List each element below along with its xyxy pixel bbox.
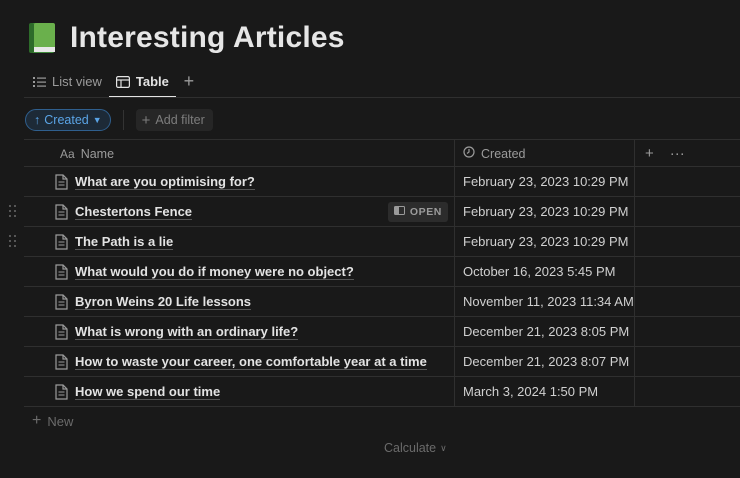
name-cell[interactable]: The Path is a lie (24, 227, 454, 256)
tab-label: List view (52, 74, 102, 89)
page-icon (54, 203, 68, 220)
row-title[interactable]: What is wrong with an ordinary life? (75, 324, 299, 340)
created-cell: February 23, 2023 10:29 PM (454, 227, 634, 256)
table-row[interactable]: How to waste your career, one comfortabl… (24, 347, 740, 377)
tab-label: Table (135, 74, 169, 89)
list-icon (33, 76, 46, 88)
plus-icon: + (183, 71, 195, 91)
empty-cell[interactable] (634, 377, 740, 406)
row-title[interactable]: Byron Weins 20 Life lessons (75, 294, 252, 310)
new-row-button[interactable]: + New (24, 407, 740, 435)
row-title[interactable]: Chestertons Fence (75, 204, 193, 220)
row-title[interactable]: What would you do if money were no objec… (75, 264, 354, 280)
drag-handle-icon[interactable] (9, 235, 19, 249)
open-panel-icon (393, 206, 405, 218)
column-header-name[interactable]: Aa Name (24, 140, 454, 167)
created-cell: March 3, 2024 1:50 PM (454, 377, 634, 406)
add-filter-label: Add filter (155, 113, 205, 127)
name-cell[interactable]: How to waste your career, one comfortabl… (24, 347, 454, 376)
row-title[interactable]: The Path is a lie (75, 234, 174, 250)
chevron-down-icon: ∨ (440, 442, 447, 453)
table-row[interactable]: Byron Weins 20 Life lessons November 11,… (24, 287, 740, 317)
tabs-divider (24, 97, 740, 98)
empty-cell[interactable] (634, 317, 740, 346)
name-cell[interactable]: Byron Weins 20 Life lessons (24, 287, 454, 316)
arrow-up-icon: ↑ (34, 113, 41, 127)
created-cell: November 11, 2023 11:34 AM (454, 287, 634, 316)
page-icon (54, 323, 68, 340)
table-header: Aa Name Created + ··· (24, 139, 740, 167)
column-label: Created (481, 146, 526, 161)
table-row[interactable]: What is wrong with an ordinary life? Dec… (24, 317, 740, 347)
table-icon (115, 75, 130, 88)
open-page-button[interactable]: OPEN (387, 202, 448, 222)
page-icon (54, 353, 68, 370)
name-cell[interactable]: What is wrong with an ordinary life? (24, 317, 454, 346)
clock-icon (463, 146, 475, 161)
row-title[interactable]: What are you optimising for? (75, 174, 255, 190)
calculate-label: Calculate (384, 441, 437, 455)
empty-cell[interactable] (634, 227, 740, 256)
empty-cell[interactable] (634, 197, 740, 226)
page-icon (54, 173, 68, 190)
name-cell[interactable]: What are you optimising for? (24, 167, 454, 196)
filter-bar: ↑ Created ▼ + Add filter (25, 109, 213, 131)
new-label: New (47, 413, 74, 429)
green-book-icon[interactable] (28, 22, 58, 54)
created-cell: February 23, 2023 10:29 PM (454, 167, 634, 196)
calculate-button[interactable]: Calculate ∨ (384, 441, 447, 455)
database-table: Aa Name Created + ··· What are you optim… (9, 139, 740, 435)
add-column-plus-icon[interactable]: + (645, 145, 654, 162)
view-tabs: List view Table + (26, 66, 200, 98)
filter-divider (122, 110, 124, 130)
plus-icon: + (141, 111, 151, 129)
table-row[interactable]: The Path is a lie February 23, 2023 10:2… (9, 227, 740, 257)
page-icon (54, 263, 68, 280)
column-header-created[interactable]: Created (454, 140, 634, 167)
sort-label: Created (44, 113, 89, 127)
created-cell: February 23, 2023 10:29 PM (454, 197, 634, 226)
add-filter-button[interactable]: + Add filter (135, 109, 213, 131)
empty-cell[interactable] (634, 167, 740, 196)
created-cell: December 21, 2023 8:05 PM (454, 317, 634, 346)
page-icon (54, 233, 68, 250)
page-header: Interesting Articles (28, 18, 345, 58)
created-cell: October 16, 2023 5:45 PM (454, 257, 634, 286)
add-view-button[interactable]: + (178, 71, 200, 93)
name-cell[interactable]: What would you do if money were no objec… (24, 257, 454, 286)
name-cell[interactable]: How we spend our time (24, 377, 454, 406)
header-actions: + ··· (634, 140, 740, 166)
open-label: OPEN (409, 206, 442, 218)
row-title[interactable]: How to waste your career, one comfortabl… (75, 354, 427, 370)
tab-list-view[interactable]: List view (26, 66, 109, 97)
table-row[interactable]: How we spend our time March 3, 2024 1:50… (24, 377, 740, 407)
table-row[interactable]: What would you do if money were no objec… (24, 257, 740, 287)
more-options-icon[interactable]: ··· (670, 145, 685, 162)
empty-cell[interactable] (634, 287, 740, 316)
empty-cell[interactable] (634, 257, 740, 286)
column-label: Name (80, 146, 115, 161)
chevron-down-icon: ▼ (92, 115, 102, 125)
name-cell[interactable]: Chestertons Fence OPEN (24, 197, 454, 226)
row-title[interactable]: How we spend our time (75, 384, 221, 400)
page-icon (54, 383, 68, 400)
page-title[interactable]: Interesting Articles (70, 21, 345, 55)
page-icon (54, 293, 68, 310)
created-cell: December 21, 2023 8:07 PM (454, 347, 634, 376)
text-aa-icon: Aa (60, 146, 75, 161)
drag-handle-icon[interactable] (9, 205, 19, 219)
table-row[interactable]: Chestertons Fence OPEN February 23, 2023… (9, 197, 740, 227)
page-root: Interesting Articles List view Table + ↑… (0, 0, 740, 478)
table-row[interactable]: What are you optimising for? February 23… (24, 167, 740, 197)
plus-icon: + (32, 412, 42, 429)
sort-created-button[interactable]: ↑ Created ▼ (25, 109, 111, 131)
tab-table[interactable]: Table (108, 66, 176, 98)
empty-cell[interactable] (634, 347, 740, 376)
